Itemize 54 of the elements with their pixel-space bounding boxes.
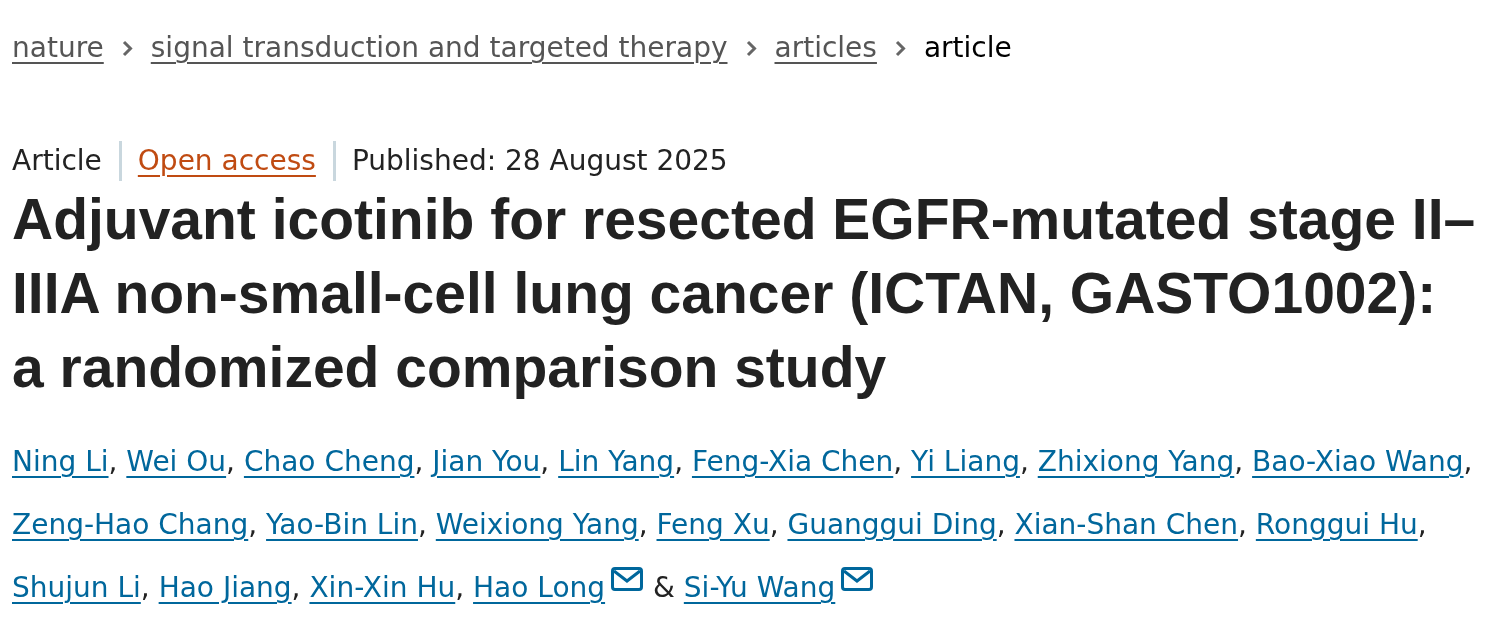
breadcrumb-link[interactable]: signal transduction and targeted therapy [150, 28, 728, 68]
envelope-icon[interactable] [611, 567, 644, 591]
author-link[interactable]: Zeng-Hao Chang [12, 508, 249, 541]
open-access-link[interactable]: Open access [137, 141, 316, 181]
published-date: Published: 28 August 2025 [351, 143, 728, 179]
breadcrumb-link[interactable]: nature [12, 28, 104, 68]
breadcrumb-link[interactable]: articles [774, 28, 877, 68]
author-link[interactable]: Zhixiong Yang [1037, 445, 1235, 478]
article-type: Article [12, 143, 102, 179]
author-link[interactable]: Yao-Bin Lin [266, 508, 418, 541]
author-separator: , [1234, 445, 1244, 478]
author-link[interactable]: Feng-Xia Chen [691, 445, 894, 478]
author-link[interactable]: Xian-Shan Chen [1014, 508, 1239, 541]
author-link[interactable]: Hao Long [473, 571, 606, 604]
author-separator: , [996, 508, 1006, 541]
chevron-right-icon [745, 39, 757, 57]
chevron-right-icon [894, 39, 906, 57]
author-link[interactable]: Feng Xu [656, 508, 770, 541]
author-separator: , [674, 445, 684, 478]
author-link[interactable]: Guanggui Ding [787, 508, 997, 541]
author-link[interactable]: Hao Jiang [158, 571, 292, 604]
envelope-icon[interactable] [841, 567, 874, 591]
author-separator: , [1463, 445, 1473, 478]
author-link[interactable]: Jian You [432, 445, 541, 478]
breadcrumb-current: article [923, 30, 1012, 66]
author-separator: , [638, 508, 648, 541]
author-separator: , [540, 445, 550, 478]
author-link[interactable]: Bao-Xiao Wang [1252, 445, 1464, 478]
author-link[interactable]: Wei Ou [126, 445, 227, 478]
author-separator: , [226, 445, 235, 478]
author-link[interactable]: Si-Yu Wang [683, 571, 836, 604]
author-separator: , [414, 445, 424, 478]
author-link[interactable]: Xin-Xin Hu [309, 571, 456, 604]
author-separator: , [893, 445, 903, 478]
author-link[interactable]: Yi Liang [911, 445, 1020, 478]
author-link[interactable]: Ronggui Hu [1255, 508, 1418, 541]
article-title: Adjuvant icotinib for resected EGFR-mutated stage II–IIIA non-small-cell lung cancer (ICTAN, GASTO1002): a randomized comparison study [12, 186, 1477, 401]
author-separator: , [140, 571, 150, 604]
author-separator: , [291, 571, 301, 604]
author-separator: , [1238, 508, 1247, 541]
author-separator: , [418, 508, 427, 541]
author-link[interactable]: Weixiong Yang [435, 508, 639, 541]
author-link[interactable]: Shujun Li [12, 571, 141, 604]
chevron-right-icon [121, 39, 133, 57]
author-link[interactable]: Chao Cheng [243, 445, 415, 478]
author-separator: , [769, 508, 779, 541]
author-separator: , [455, 571, 465, 604]
author-link[interactable]: Ning Li [12, 445, 109, 478]
author-link[interactable]: Lin Yang [558, 445, 675, 478]
author-separator: & [653, 571, 675, 604]
author-separator: , [248, 508, 258, 541]
author-separator: , [1019, 445, 1029, 478]
author-separator: , [108, 445, 118, 478]
author-separator: , [1417, 508, 1427, 541]
